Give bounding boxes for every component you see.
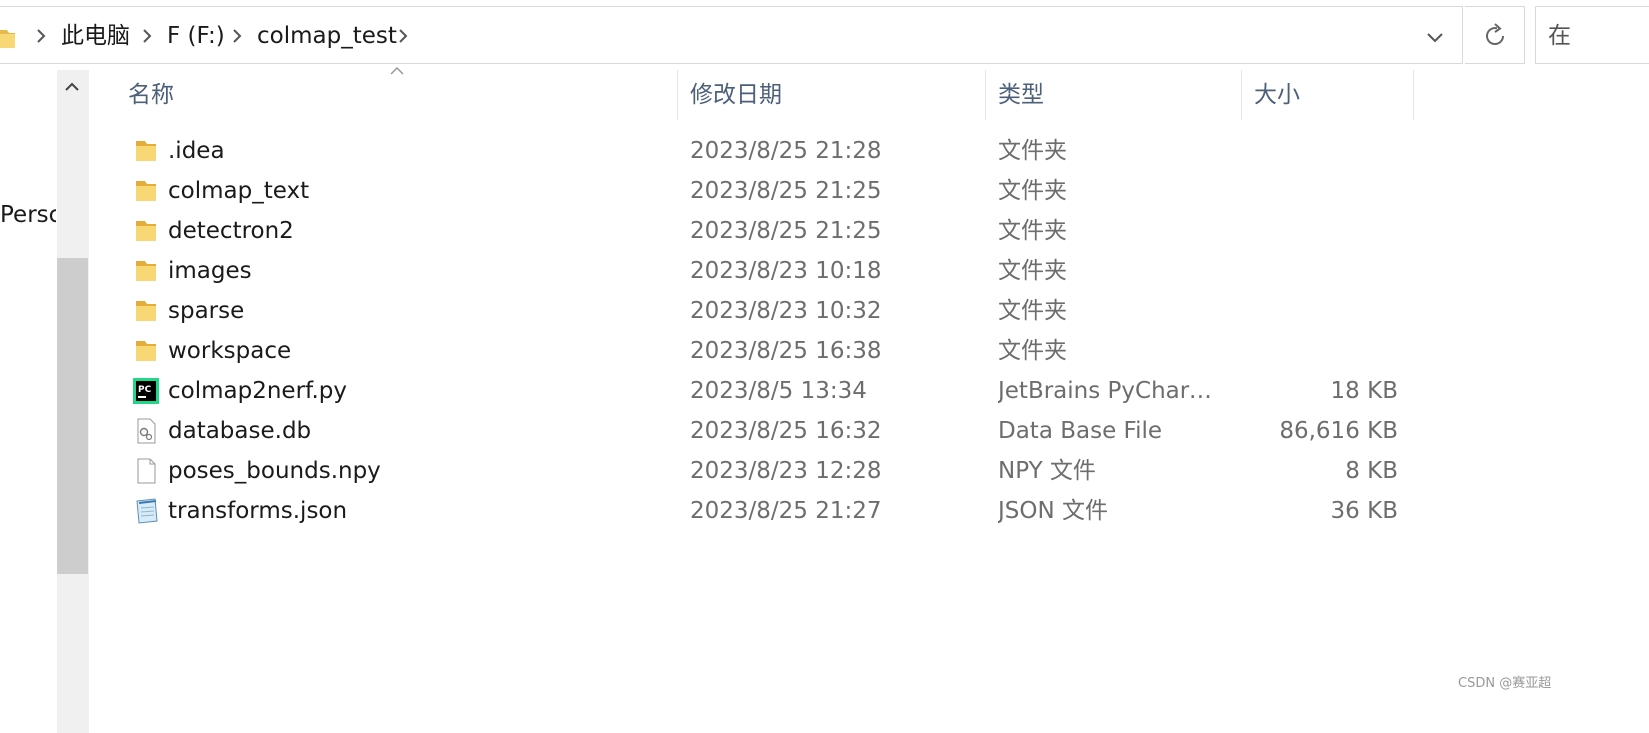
file-name: colmap2nerf.py bbox=[168, 378, 347, 404]
file-date: 2023/8/25 21:25 bbox=[690, 218, 882, 244]
breadcrumb-colmap-test[interactable]: colmap_test bbox=[257, 21, 397, 51]
chevron-right-icon[interactable] bbox=[35, 26, 47, 46]
notepad-icon bbox=[132, 497, 160, 525]
file-date: 2023/8/25 16:32 bbox=[690, 418, 882, 444]
folder-icon bbox=[132, 297, 160, 325]
search-placeholder: 在 bbox=[1548, 23, 1571, 49]
file-name: images bbox=[168, 258, 252, 284]
file-type: Data Base File bbox=[998, 418, 1163, 444]
scroll-thumb[interactable] bbox=[57, 258, 88, 574]
watermark: CSDN @赛亚超 bbox=[1458, 676, 1552, 691]
file-name: poses_bounds.npy bbox=[168, 458, 381, 484]
file-type: 文件夹 bbox=[998, 178, 1067, 204]
nav-pane-item[interactable]: Persc bbox=[0, 200, 56, 230]
file-type: 文件夹 bbox=[998, 338, 1067, 364]
file-name: sparse bbox=[168, 298, 245, 324]
folder-icon bbox=[132, 337, 160, 365]
file-date: 2023/8/25 21:28 bbox=[690, 138, 882, 164]
file-name: database.db bbox=[168, 418, 312, 444]
breadcrumb-this-pc[interactable]: 此电脑 bbox=[61, 21, 130, 51]
file-row[interactable]: sparse 2023/8/23 10:32 文件夹 bbox=[128, 291, 1418, 331]
file-name: colmap_text bbox=[168, 178, 310, 204]
svg-text:PC: PC bbox=[138, 385, 152, 395]
file-date: 2023/8/25 16:38 bbox=[690, 338, 882, 364]
pycharm-icon: PC bbox=[132, 377, 160, 405]
nav-pane-scrollbar[interactable] bbox=[57, 70, 88, 733]
file-type: 文件夹 bbox=[998, 218, 1067, 244]
file-size: 86,616 KB bbox=[1279, 418, 1398, 444]
file-date: 2023/8/23 12:28 bbox=[690, 458, 882, 484]
file-size: 36 KB bbox=[1330, 498, 1398, 524]
file-row[interactable]: colmap_text 2023/8/25 21:25 文件夹 bbox=[128, 171, 1418, 211]
pane-divider[interactable] bbox=[88, 70, 89, 733]
file-name: detectron2 bbox=[168, 218, 294, 244]
folder-icon bbox=[132, 177, 160, 205]
file-row[interactable]: transforms.json 2023/8/25 21:27 JSON 文件 36 … bbox=[128, 491, 1418, 531]
file-date: 2023/8/25 21:25 bbox=[690, 178, 882, 204]
file-date: 2023/8/23 10:18 bbox=[690, 258, 882, 284]
file-size: 18 KB bbox=[1330, 378, 1398, 404]
folder-icon bbox=[0, 30, 15, 48]
chevron-right-icon[interactable] bbox=[397, 26, 409, 46]
address-history-dropdown-icon[interactable] bbox=[1423, 25, 1447, 49]
file-date: 2023/8/25 21:27 bbox=[690, 498, 882, 524]
file-row[interactable]: workspace 2023/8/25 16:38 文件夹 bbox=[128, 331, 1418, 371]
file-size: 8 KB bbox=[1345, 458, 1398, 484]
refresh-button[interactable] bbox=[1465, 6, 1525, 64]
address-bar[interactable]: 此电脑 F (F:) colmap_test bbox=[0, 6, 1463, 64]
column-header-type[interactable]: 类型 bbox=[986, 70, 1242, 120]
file-type: 文件夹 bbox=[998, 258, 1067, 284]
blank-file-icon bbox=[132, 457, 160, 485]
refresh-icon bbox=[1486, 23, 1505, 45]
file-name: workspace bbox=[168, 338, 292, 364]
column-header-name[interactable]: 名称 bbox=[116, 70, 678, 120]
folder-icon bbox=[132, 137, 160, 165]
file-date: 2023/8/23 10:32 bbox=[690, 298, 882, 324]
chevron-right-icon[interactable] bbox=[141, 26, 153, 46]
scroll-up-button[interactable] bbox=[57, 70, 88, 106]
column-header-date[interactable]: 修改日期 bbox=[678, 70, 986, 120]
search-input[interactable]: 在 bbox=[1535, 6, 1649, 64]
folder-icon bbox=[132, 257, 160, 285]
settings-file-icon bbox=[132, 417, 160, 445]
file-type: NPY 文件 bbox=[998, 458, 1096, 484]
file-date: 2023/8/5 13:34 bbox=[690, 378, 867, 404]
file-name: .idea bbox=[168, 138, 225, 164]
file-name: transforms.json bbox=[168, 498, 348, 524]
file-type: JSON 文件 bbox=[998, 498, 1109, 524]
file-row[interactable]: .idea 2023/8/25 21:28 文件夹 bbox=[128, 131, 1418, 171]
column-header-size[interactable]: 大小 bbox=[1242, 70, 1414, 120]
folder-icon bbox=[132, 217, 160, 245]
breadcrumb-drive-f[interactable]: F (F:) bbox=[167, 21, 225, 51]
file-row[interactable]: poses_bounds.npy 2023/8/23 12:28 NPY 文件 8 K… bbox=[128, 451, 1418, 491]
file-row[interactable]: PC colmap2nerf.py 2023/8/5 13:34 JetBrains … bbox=[128, 371, 1418, 411]
file-row[interactable]: detectron2 2023/8/25 21:25 文件夹 bbox=[128, 211, 1418, 251]
file-type: JetBrains PyCharm ... bbox=[998, 378, 1230, 404]
chevron-right-icon[interactable] bbox=[231, 26, 243, 46]
file-row[interactable]: database.db 2023/8/25 16:32 Data Base File… bbox=[128, 411, 1418, 451]
file-row[interactable]: images 2023/8/23 10:18 文件夹 bbox=[128, 251, 1418, 291]
file-type: 文件夹 bbox=[998, 138, 1067, 164]
chevron-up-icon bbox=[65, 82, 79, 91]
file-type: 文件夹 bbox=[998, 298, 1067, 324]
